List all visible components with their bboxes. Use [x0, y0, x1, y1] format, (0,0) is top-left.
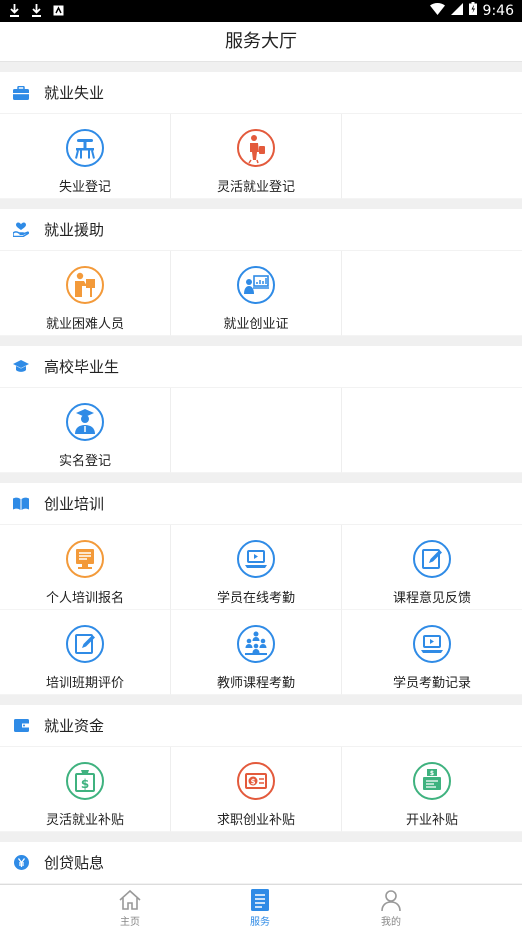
helping-hand-icon	[12, 221, 30, 239]
section-title: 就业资金	[44, 717, 105, 735]
empty-cell	[342, 388, 522, 473]
service-job-entrepreneurship-subsidy[interactable]: $ 求职创业补贴	[171, 747, 342, 832]
nav-mine[interactable]: 我的	[361, 888, 421, 928]
svg-text:$: $	[251, 778, 256, 786]
service-startup-subsidy[interactable]: $ 开业补贴	[342, 747, 522, 832]
service-personal-training-signup[interactable]: 个人培训报名	[0, 525, 171, 610]
empty-cell	[342, 114, 522, 199]
worker-icon	[237, 129, 275, 167]
service-label: 就业困难人员	[45, 317, 124, 332]
cash-register-icon: $	[413, 762, 451, 800]
service-class-evaluation[interactable]: 培训班期评价	[0, 610, 171, 695]
section-employment: 就业失业 失业登记 灵活就业登记	[0, 72, 522, 199]
laptop-icon	[237, 540, 275, 578]
service-hard-to-employ[interactable]: 就业困难人员	[0, 251, 171, 336]
empty-cell	[171, 388, 342, 473]
section-header: 高校毕业生	[0, 346, 522, 388]
section-title: 就业援助	[44, 221, 105, 239]
service-label: 失业登记	[58, 180, 111, 195]
nav-home[interactable]: 主页	[100, 888, 160, 928]
nav-label: 我的	[381, 917, 401, 928]
section-title: 创贷贴息	[44, 854, 105, 872]
section-header: 就业援助	[0, 209, 522, 251]
section-title: 就业失业	[44, 84, 105, 102]
signal-icon	[450, 2, 463, 19]
service-label: 培训班期评价	[45, 676, 124, 691]
section-header: 创贷贴息	[0, 842, 522, 884]
monitor-document-icon	[66, 540, 104, 578]
wallet-icon	[12, 717, 30, 735]
money-bag-icon: $	[66, 762, 104, 800]
service-label: 学员在线考勤	[216, 591, 295, 606]
banknote-icon: $	[237, 762, 275, 800]
app-header: 服务大厅	[0, 22, 522, 62]
briefcase-icon	[12, 84, 30, 102]
section-header: 创业培训	[0, 483, 522, 525]
page-title: 服务大厅	[225, 31, 297, 52]
graduation-cap-icon	[12, 358, 30, 376]
service-list-icon	[251, 889, 269, 911]
section-header: 就业失业	[0, 72, 522, 114]
service-list[interactable]: 就业失业 失业登记 灵活就业登记 就业援助 就业困难人员 就业创业证 高校毕业生…	[0, 62, 522, 884]
service-label: 个人培训报名	[45, 591, 124, 606]
section-loan-interest-subsidy: 创贷贴息	[0, 842, 522, 884]
service-employment-certificate[interactable]: 就业创业证	[171, 251, 342, 336]
section-graduates: 高校毕业生 实名登记	[0, 346, 522, 473]
download-icon	[30, 3, 42, 17]
service-label: 灵活就业补贴	[45, 813, 124, 828]
section-title: 创业培训	[44, 495, 105, 513]
stool-icon	[66, 129, 104, 167]
service-online-attendance[interactable]: 学员在线考勤	[171, 525, 342, 610]
service-real-name-registration[interactable]: 实名登记	[0, 388, 171, 473]
graduate-icon	[66, 403, 104, 441]
battery-icon	[468, 2, 477, 19]
service-attendance-records[interactable]: 学员考勤记录	[342, 610, 522, 695]
group-meeting-icon	[237, 625, 275, 663]
service-course-feedback[interactable]: 课程意见反馈	[342, 525, 522, 610]
service-flexible-employment-registration[interactable]: 灵活就业登记	[171, 114, 342, 199]
section-header: 就业资金	[0, 705, 522, 747]
empty-cell	[342, 251, 522, 336]
clock-time: 9:46	[482, 2, 514, 19]
laptop-icon	[413, 625, 451, 663]
service-label: 教师课程考勤	[216, 676, 295, 691]
service-label: 实名登记	[58, 454, 111, 469]
status-bar: 9:46	[0, 0, 522, 22]
book-icon	[12, 495, 30, 513]
service-label: 开业补贴	[405, 813, 458, 828]
edit-note-icon	[66, 625, 104, 663]
person-at-board-icon	[66, 266, 104, 304]
download-icon	[8, 3, 20, 17]
service-flexible-employment-subsidy[interactable]: $ 灵活就业补贴	[0, 747, 171, 832]
yuan-icon	[12, 854, 30, 872]
edit-note-icon	[413, 540, 451, 578]
nav-service[interactable]: 服务	[230, 888, 290, 928]
service-label: 课程意见反馈	[392, 591, 471, 606]
presentation-icon	[237, 266, 275, 304]
bottom-navigation: 主页 服务 我的	[0, 884, 522, 928]
user-icon	[381, 890, 401, 912]
section-employment-funds: 就业资金 $ 灵活就业补贴 $ 求职创业补贴 $ 开业补贴	[0, 705, 522, 832]
service-label: 求职创业补贴	[216, 813, 295, 828]
section-employment-assistance: 就业援助 就业困难人员 就业创业证	[0, 209, 522, 336]
wifi-icon	[429, 2, 445, 19]
nav-label: 服务	[250, 917, 270, 928]
service-label: 就业创业证	[223, 317, 289, 332]
service-label: 学员考勤记录	[392, 676, 471, 691]
section-title: 高校毕业生	[44, 358, 120, 376]
svg-text:$: $	[81, 777, 89, 791]
service-teacher-attendance[interactable]: 教师课程考勤	[171, 610, 342, 695]
section-entrepreneurship-training: 创业培训 个人培训报名 学员在线考勤 课程意见反馈 培训班期评价 教师课程考勤 …	[0, 483, 522, 695]
home-icon	[119, 889, 141, 910]
nav-label: 主页	[120, 917, 140, 928]
service-unemployment-registration[interactable]: 失业登记	[0, 114, 171, 199]
notification-icon	[52, 3, 64, 17]
service-label: 灵活就业登记	[216, 180, 295, 195]
svg-text:$: $	[430, 770, 434, 777]
